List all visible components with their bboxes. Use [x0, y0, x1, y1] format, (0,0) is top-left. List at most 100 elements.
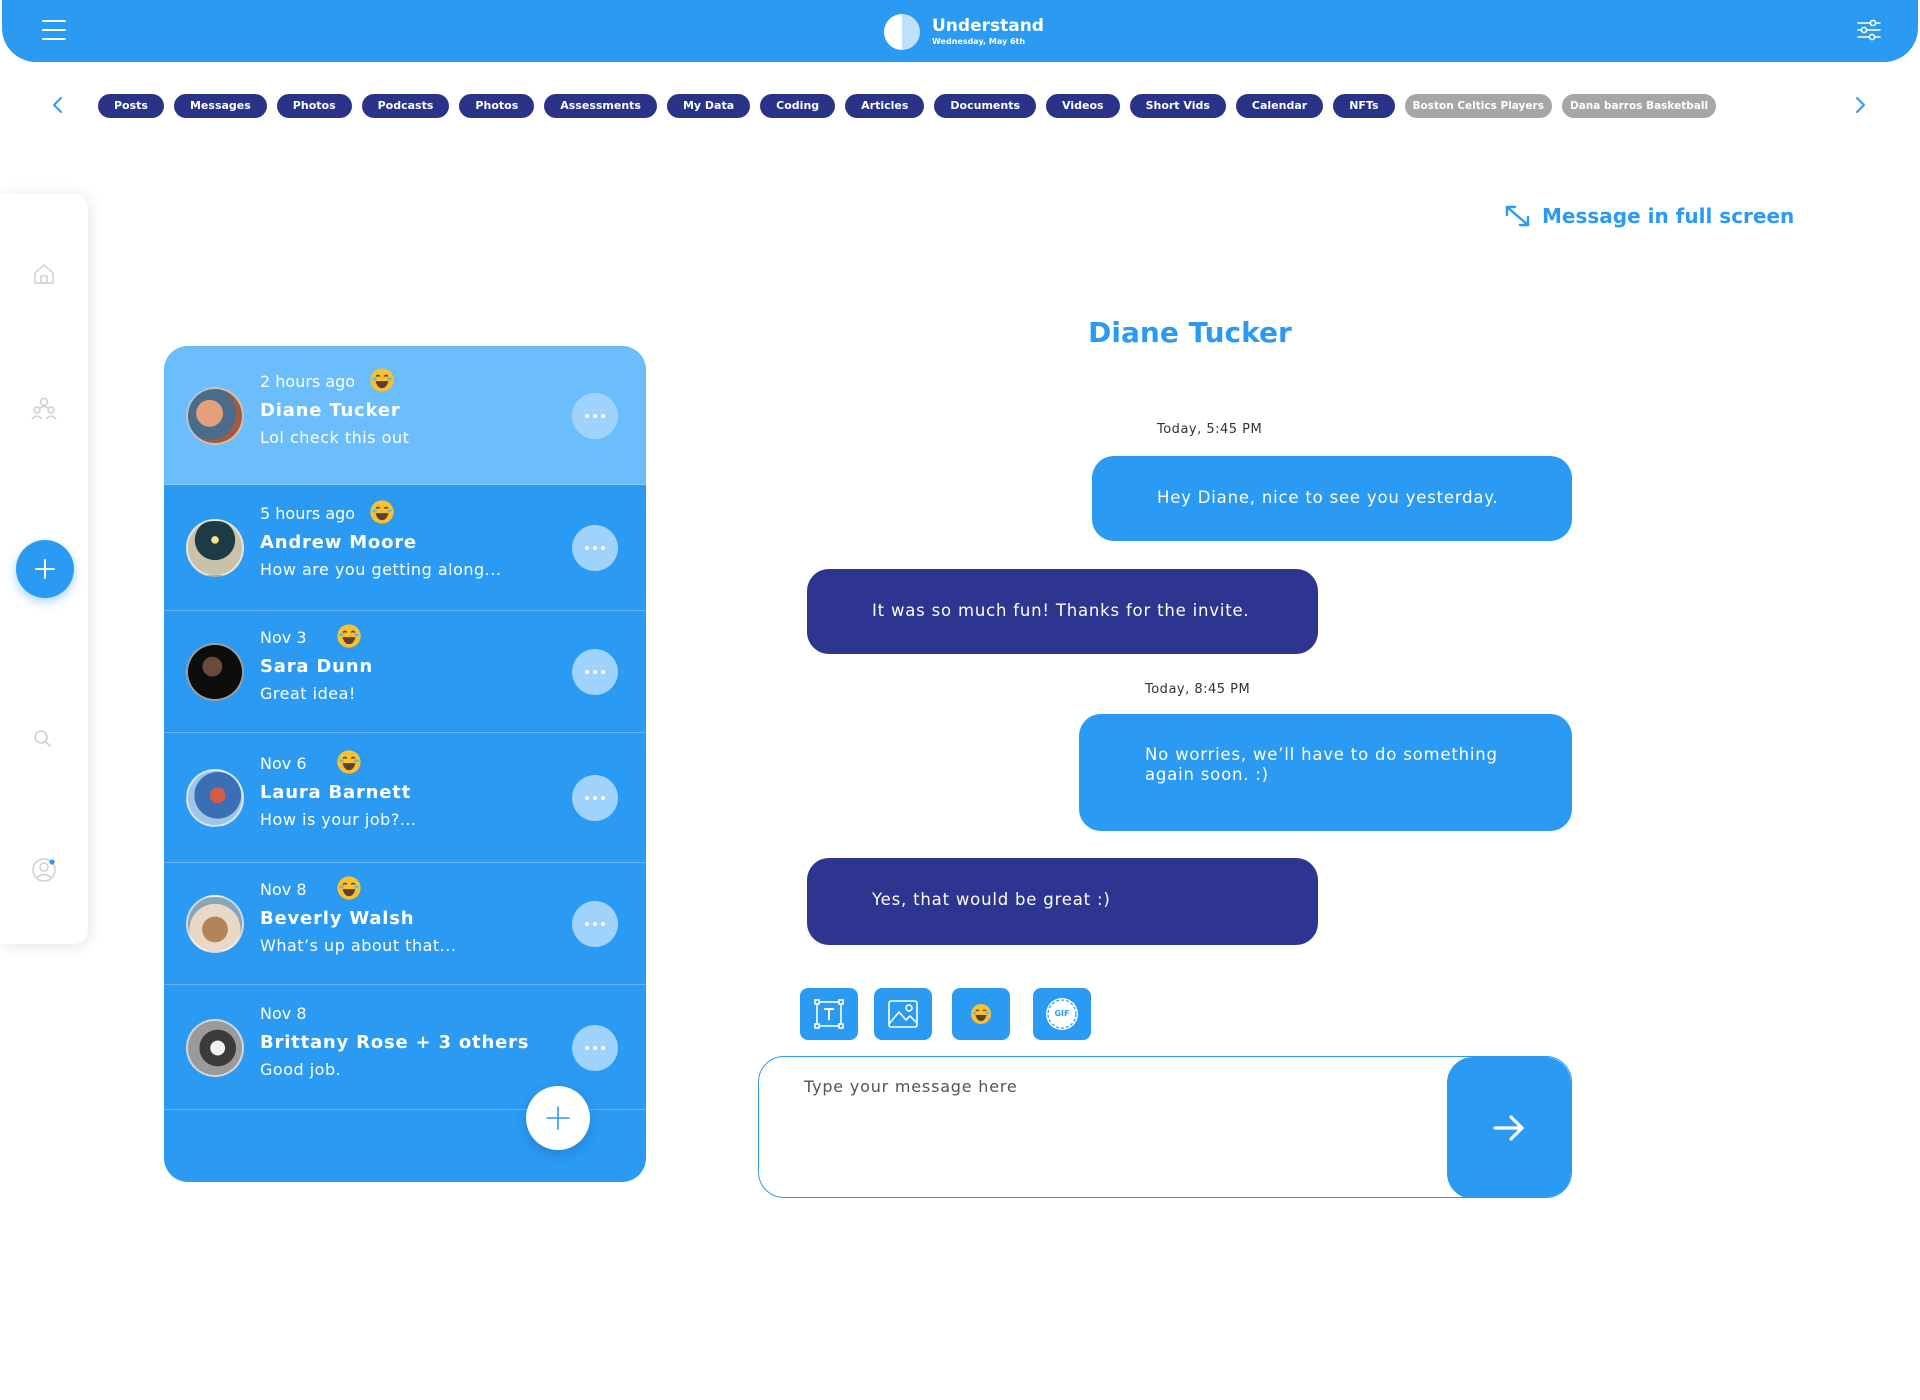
- insert-gif-button[interactable]: GIF: [1033, 988, 1091, 1040]
- conversation-item[interactable]: 2 hours ago Diane Tucker Lol check this ou…: [164, 346, 646, 485]
- new-conversation-button[interactable]: [526, 1086, 590, 1150]
- chat-contact-name: Diane Tucker: [1088, 316, 1292, 349]
- conversation-time: Nov 8: [260, 880, 307, 899]
- category-pill[interactable]: Boston Celtics Players: [1404, 94, 1552, 118]
- conversation-item[interactable]: Nov 6 Laura Barnett How is your job?...: [164, 733, 646, 863]
- conversation-time: Nov 3: [260, 628, 307, 647]
- brand[interactable]: Understand Wednesday, May 6th: [884, 14, 1044, 50]
- emoji-icon: [971, 1004, 991, 1024]
- side-rail: [0, 194, 88, 944]
- category-pill[interactable]: Documents: [934, 94, 1037, 118]
- category-pill[interactable]: Videos: [1046, 94, 1120, 118]
- category-bar: Posts Messages Photos Podcasts Photos Assessm…: [0, 90, 1920, 122]
- conversation-item[interactable]: 5 hours ago Andrew Moore How are you getti…: [164, 485, 646, 611]
- message-timestamp: Today, 5:45 PM: [1157, 422, 1263, 437]
- message-bubble-sent[interactable]: Hey Diane, nice to see you yesterday.: [1092, 456, 1572, 541]
- profile-icon[interactable]: [30, 856, 58, 884]
- conversation-preview: How are you getting along...: [260, 560, 502, 579]
- app-name: Understand: [932, 16, 1044, 36]
- chevron-right-icon[interactable]: [1849, 94, 1871, 116]
- laughing-emoji-icon: [368, 366, 396, 394]
- category-pill[interactable]: My Data: [666, 94, 751, 118]
- conversation-name: Diane Tucker: [260, 400, 401, 421]
- more-options-button[interactable]: [572, 525, 618, 571]
- category-pill[interactable]: Messages: [173, 94, 267, 118]
- plus-icon: [35, 559, 55, 579]
- conversation-item[interactable]: Nov 3 Sara Dunn Great idea!: [164, 611, 646, 733]
- expand-icon: [1505, 205, 1530, 227]
- fullscreen-label: Message in full screen: [1542, 204, 1795, 228]
- avatar: [186, 1019, 244, 1077]
- sliders-icon[interactable]: [1856, 18, 1882, 42]
- fullscreen-link[interactable]: Message in full screen: [1504, 204, 1794, 228]
- more-options-button[interactable]: [572, 775, 618, 821]
- avatar: [186, 387, 244, 445]
- avatar: [186, 769, 244, 827]
- category-pill[interactable]: Articles: [845, 94, 925, 118]
- message-text: No worries, we’ll have to do something a…: [1145, 745, 1498, 784]
- insert-image-button[interactable]: [874, 988, 932, 1040]
- send-button[interactable]: [1447, 1057, 1571, 1197]
- conversation-preview: How is your job?...: [260, 810, 417, 829]
- arrow-right-icon: [1493, 1115, 1524, 1141]
- category-pill[interactable]: Calendar: [1235, 94, 1324, 118]
- plus-icon: [546, 1106, 570, 1130]
- laughing-emoji-icon: [368, 498, 396, 526]
- conversation-time: Nov 6: [260, 754, 307, 773]
- message-bubble-sent[interactable]: No worries, we’ll have to do something a…: [1079, 714, 1572, 831]
- message-bubble-received[interactable]: It was so much fun! Thanks for the invit…: [807, 569, 1318, 654]
- message-text: Hey Diane, nice to see you yesterday.: [1157, 488, 1499, 507]
- category-pill[interactable]: Short Vids: [1129, 94, 1226, 118]
- conversation-time: Nov 8: [260, 1004, 307, 1023]
- message-composer: [758, 1056, 1572, 1198]
- text-format-button[interactable]: [800, 988, 858, 1040]
- insert-emoji-button[interactable]: [952, 988, 1010, 1040]
- message-bubble-received[interactable]: Yes, that would be great :): [807, 858, 1318, 945]
- message-text: Yes, that would be great :): [872, 890, 1111, 909]
- avatar: [186, 519, 244, 577]
- category-pill[interactable]: NFTs: [1333, 94, 1395, 118]
- gif-label: GIF: [1054, 1009, 1070, 1018]
- laughing-emoji-icon: [335, 748, 363, 776]
- category-pill[interactable]: Photos: [459, 94, 535, 118]
- category-pill[interactable]: Coding: [760, 94, 836, 118]
- conversation-name: Andrew Moore: [260, 532, 417, 553]
- conversation-name: Laura Barnett: [260, 782, 412, 803]
- conversation-preview: Lol check this out: [260, 428, 410, 447]
- more-options-button[interactable]: [572, 393, 618, 439]
- category-pill[interactable]: Assessments: [544, 94, 657, 118]
- more-options-button[interactable]: [572, 1025, 618, 1071]
- conversation-time: 2 hours ago: [260, 372, 356, 391]
- category-pill[interactable]: Photos: [276, 94, 352, 118]
- avatar: [186, 895, 244, 953]
- conversation-time: 5 hours ago: [260, 504, 356, 523]
- home-icon[interactable]: [30, 260, 58, 288]
- image-icon: [888, 1000, 918, 1028]
- chevron-left-icon[interactable]: [47, 94, 69, 116]
- header-date: Wednesday, May 6th: [932, 37, 1026, 46]
- laughing-emoji-icon: [335, 874, 363, 902]
- conversation-name: Sara Dunn: [260, 656, 373, 677]
- conversation-preview: What’s up about that...: [260, 936, 457, 955]
- top-header: Understand Wednesday, May 6th: [2, 0, 1918, 62]
- laughing-emoji-icon: [335, 622, 363, 650]
- category-pill[interactable]: Podcasts: [361, 94, 450, 118]
- more-options-button[interactable]: [572, 649, 618, 695]
- add-button[interactable]: [16, 540, 74, 598]
- category-pills: Posts Messages Photos Podcasts Photos Assessm…: [98, 94, 1717, 118]
- conversation-item[interactable]: Nov 8 Beverly Walsh What’s up about that..…: [164, 863, 646, 985]
- category-pill[interactable]: Dana barros Basketball: [1561, 94, 1717, 118]
- people-icon[interactable]: [30, 394, 58, 422]
- hamburger-icon[interactable]: [42, 20, 66, 40]
- more-options-button[interactable]: [572, 901, 618, 947]
- conversation-name: Beverly Walsh: [260, 908, 415, 929]
- conversation-preview: Good job.: [260, 1060, 342, 1079]
- search-icon[interactable]: [28, 724, 56, 752]
- text-icon: [814, 999, 844, 1029]
- message-text: It was so much fun! Thanks for the invit…: [872, 601, 1250, 620]
- message-input[interactable]: [759, 1057, 1451, 1197]
- conversation-list: 2 hours ago Diane Tucker Lol check this ou…: [164, 346, 646, 1182]
- category-pill[interactable]: Posts: [98, 94, 164, 118]
- avatar: [186, 643, 244, 701]
- logo-icon: [884, 14, 920, 50]
